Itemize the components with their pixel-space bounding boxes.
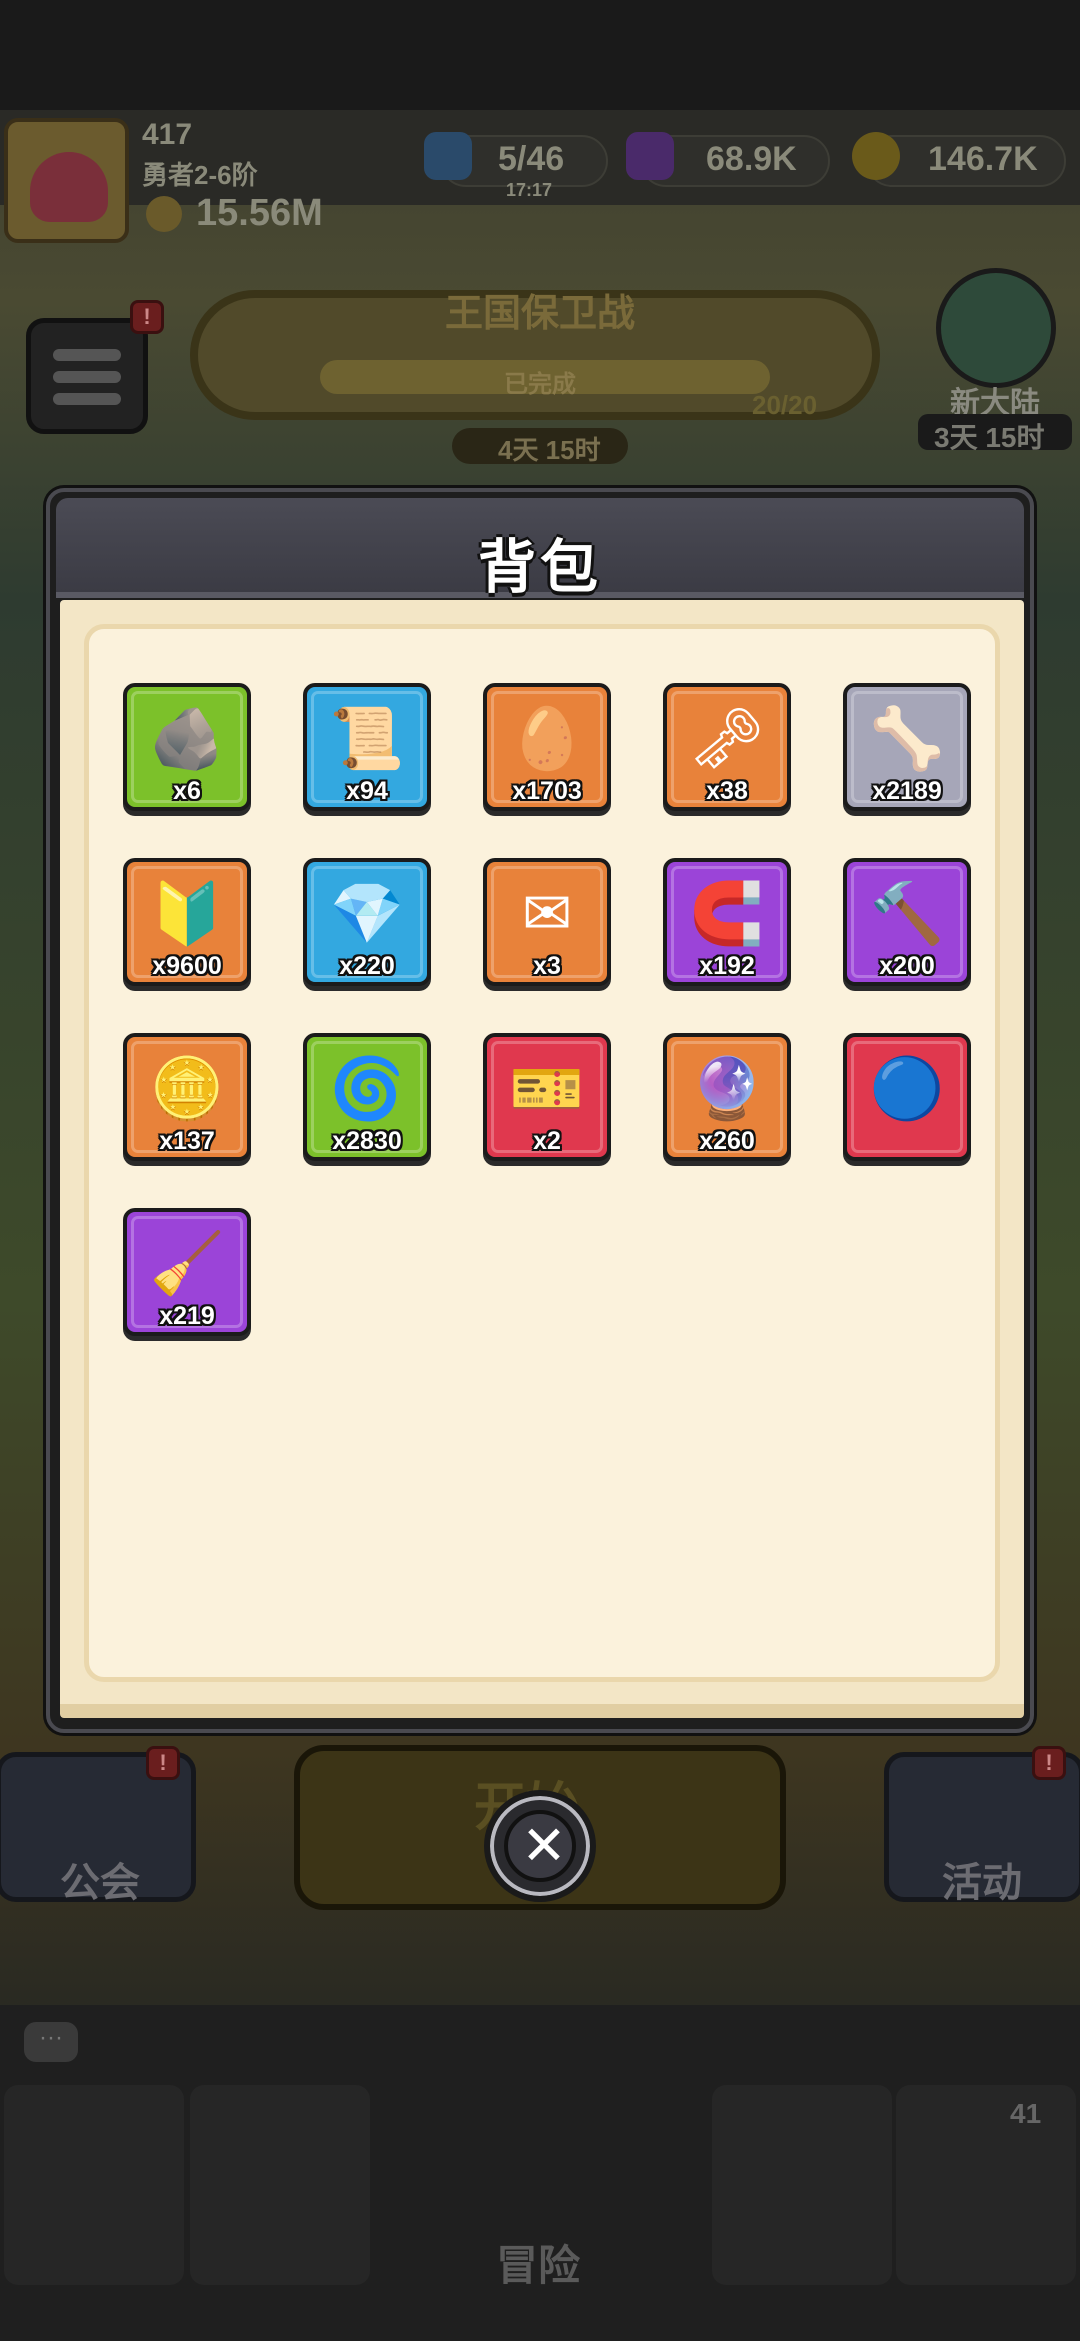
inventory-slot-purple-gem[interactable]: 🔮 x260	[663, 1033, 791, 1161]
event-timer: 4天 15时	[498, 435, 601, 465]
purple-gem-icon: 🔮	[689, 1055, 765, 1122]
inventory-slot-hammer[interactable]: 🔨 x200	[843, 858, 971, 986]
event-progress: 20/20	[752, 390, 818, 420]
teal-ore-icon: 🌀	[329, 1055, 405, 1122]
inventory-slot-horseshoe[interactable]: 🧲 x192	[663, 858, 791, 986]
inventory-slot-crystal[interactable]: 💎 x220	[303, 858, 431, 986]
inventory-slot-key[interactable]: 🗝 x38	[663, 683, 791, 811]
inventory-slot-bone[interactable]: 🦴 x2189	[843, 683, 971, 811]
item-quantity: x6	[173, 777, 201, 805]
item-quantity: x94	[346, 777, 388, 805]
inventory-slot-envelope[interactable]: ✉ x3	[483, 858, 611, 986]
silver-coin-icon: 🪙	[149, 1055, 225, 1122]
nav-adventure-label: 冒险	[496, 2242, 581, 2289]
item-quantity: x1703	[512, 777, 582, 805]
player-level: 417	[142, 118, 193, 151]
ticket-icon: 🎫	[509, 1055, 585, 1122]
chest-count: 41	[1010, 2098, 1042, 2129]
avatar-face	[30, 152, 108, 222]
inventory-slot-blue-orb[interactable]: 🔵	[843, 1033, 971, 1161]
activity-badge: !	[1032, 1746, 1066, 1780]
gold-coin-icon	[852, 132, 900, 180]
nav-upgrade[interactable]	[712, 2085, 892, 2285]
status-bar	[0, 0, 1080, 110]
nav-adventure[interactable]	[440, 2070, 640, 2220]
activity-label: 活动	[942, 1861, 1022, 1905]
item-quantity: x2189	[872, 777, 942, 805]
inventory-slot-silver-coin[interactable]: 🪙 x137	[123, 1033, 251, 1161]
item-quantity: x38	[706, 777, 748, 805]
chat-button[interactable]: ···	[24, 2022, 78, 2062]
close-icon: ✕	[504, 1810, 576, 1882]
item-quantity: x2830	[332, 1127, 402, 1155]
gem-icon	[626, 132, 674, 180]
energy-icon	[424, 132, 472, 180]
horseshoe-icon: 🧲	[689, 880, 765, 947]
guild-badge: !	[146, 1746, 180, 1780]
inventory-slot-ticket[interactable]: 🎫 x2	[483, 1033, 611, 1161]
side-event-timer: 3天 15时	[934, 422, 1045, 453]
close-button[interactable]: ✕	[484, 1790, 596, 1902]
rune-stone-icon: 🪨	[149, 705, 225, 772]
player-avatar[interactable]	[4, 118, 129, 243]
inventory-slot-badge[interactable]: 🔰 x9600	[123, 858, 251, 986]
inventory-slot-egg[interactable]: 🥚 x1703	[483, 683, 611, 811]
egg-icon: 🥚	[509, 705, 585, 772]
item-quantity: x219	[159, 1302, 215, 1330]
inventory-panel: 🪨 x6 📜 x94 🥚 x1703 🗝 x38 🦴 x2189 🔰 x9600 💎 x220 ✉ x3 🧲 x1…	[84, 624, 1000, 1682]
broom-icon: 🧹	[149, 1230, 225, 1297]
event-status: 已完成	[504, 371, 576, 398]
inventory-slot-broom[interactable]: 🧹 x219	[123, 1208, 251, 1336]
bone-icon: 🦴	[869, 705, 945, 772]
side-event-globe[interactable]	[936, 268, 1056, 388]
energy-timer: 17:17	[506, 180, 553, 200]
guild-label: 公会	[60, 1861, 140, 1905]
nav-heroes[interactable]	[190, 2085, 370, 2285]
hammer-icon: 🔨	[869, 880, 945, 947]
item-quantity: x260	[699, 1127, 755, 1155]
envelope-icon: ✉	[521, 880, 573, 947]
key-icon: 🗝	[688, 705, 766, 772]
item-quantity: x200	[879, 952, 935, 980]
blue-orb-icon: 🔵	[869, 1055, 945, 1122]
scroll-icon: 📜	[329, 705, 405, 772]
energy-value: 5/46	[498, 140, 565, 178]
item-quantity: x3	[533, 952, 561, 980]
badge-icon: 🔰	[149, 880, 225, 947]
modal-body: 🪨 x6 📜 x94 🥚 x1703 🗝 x38 🦴 x2189 🔰 x9600 💎 x220 ✉ x3 🧲 x1…	[60, 600, 1024, 1718]
player-rank: 勇者2-6阶	[142, 160, 258, 190]
item-quantity: x137	[159, 1127, 215, 1155]
nav-shop[interactable]	[4, 2085, 184, 2285]
power-icon	[146, 196, 182, 232]
item-quantity: x192	[699, 952, 755, 980]
backpack-modal: 背包 🪨 x6 📜 x94 🥚 x1703 🗝 x38 🦴 x2189 🔰 x9600 💎 x220 ✉ x3…	[46, 488, 1034, 1733]
item-quantity: x9600	[152, 952, 222, 980]
gems-value: 68.9K	[706, 140, 797, 178]
gold-value: 146.7K	[928, 140, 1038, 178]
nav-chest[interactable]	[896, 2085, 1076, 2285]
inventory-slot-scroll[interactable]: 📜 x94	[303, 683, 431, 811]
item-quantity: x2	[533, 1127, 561, 1155]
crystal-icon: 💎	[329, 880, 405, 947]
modal-title: 背包	[477, 535, 602, 600]
event-title: 王国保卫战	[444, 293, 635, 335]
power-value: 15.56M	[196, 192, 323, 234]
inventory-slot-rune-stone[interactable]: 🪨 x6	[123, 683, 251, 811]
modal-header: 背包	[56, 498, 1024, 600]
inventory-slot-teal-ore[interactable]: 🌀 x2830	[303, 1033, 431, 1161]
item-quantity: x220	[339, 952, 395, 980]
